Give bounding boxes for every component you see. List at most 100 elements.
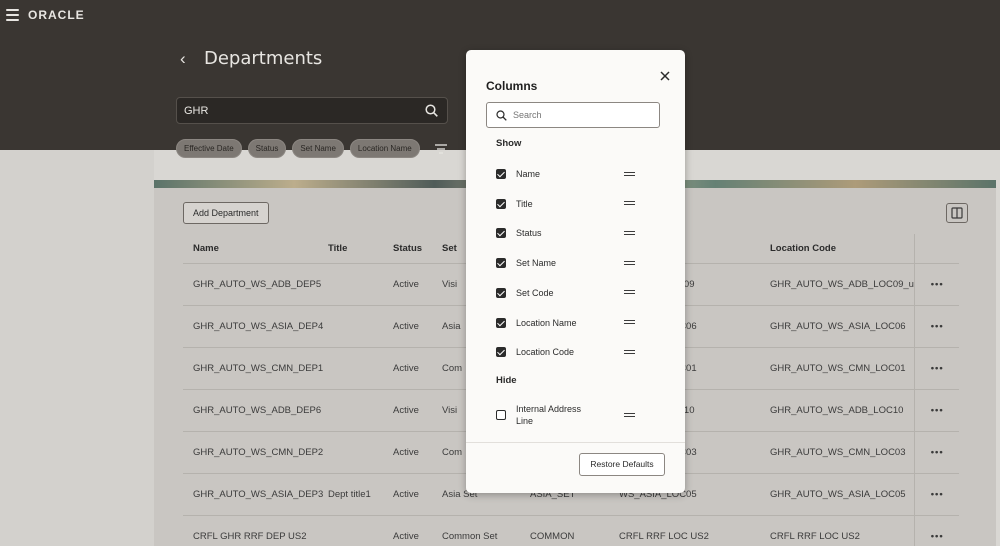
column-option-label: Set Name: [516, 258, 557, 269]
department-search-box[interactable]: [176, 97, 448, 124]
cell-status: Active: [393, 262, 442, 305]
search-icon: [496, 110, 507, 121]
cell-title: [328, 430, 393, 473]
split-panel-icon: [951, 207, 963, 219]
row-actions-button[interactable]: •••: [913, 472, 960, 515]
search-input[interactable]: [184, 102, 414, 120]
filter-icon[interactable]: [434, 143, 448, 155]
cell-title: [328, 304, 393, 347]
cell-status: Active: [393, 430, 442, 473]
cell-location-code: GHR_AUTO_WS_ADB_LOC09_u: [770, 262, 915, 305]
row-actions-button[interactable]: •••: [913, 514, 960, 546]
page-header: ‹ Departments: [180, 48, 322, 69]
checkbox-checked[interactable]: [496, 287, 506, 298]
column-option-label: Location Name: [516, 317, 577, 328]
oracle-logo: ORACLE: [28, 8, 85, 22]
dialog-title: Columns: [486, 79, 538, 93]
cell-location-name: CRFL RRF LOC US2: [619, 514, 770, 546]
dialog-divider: [466, 442, 685, 443]
header-actions: [913, 234, 960, 263]
filter-chips: Effective Date Status Set Name Location …: [176, 139, 448, 158]
drag-handle-icon[interactable]: [624, 349, 635, 355]
column-option-label: Set Code: [516, 287, 554, 298]
cell-status: Active: [393, 346, 442, 389]
row-actions-button[interactable]: •••: [913, 262, 960, 305]
table-row[interactable]: CRFL GHR RRF DEP US2 Active Common Set COMM…: [183, 514, 960, 546]
panel-toggle-button[interactable]: [946, 203, 968, 223]
background-panel: [0, 150, 154, 546]
cell-status: Active: [393, 388, 442, 431]
cell-title: Dept title1: [328, 472, 393, 515]
cell-status: Active: [393, 304, 442, 347]
cell-location-code: GHR_AUTO_WS_ADB_LOC10: [770, 388, 915, 431]
column-option-label: Title: [516, 198, 533, 209]
column-option[interactable]: Name: [496, 164, 646, 184]
row-actions-button[interactable]: •••: [913, 346, 960, 389]
column-option[interactable]: Set Name: [496, 253, 646, 273]
filter-chip-set-name[interactable]: Set Name: [292, 139, 344, 158]
header-location-code[interactable]: Location Code: [770, 234, 914, 263]
drag-handle-icon[interactable]: [624, 412, 635, 418]
cell-location-code: GHR_AUTO_WS_ASIA_LOC06: [770, 304, 915, 347]
cell-name: GHR_AUTO_WS_ADB_DEP5: [183, 262, 328, 305]
checkbox-checked[interactable]: [496, 198, 506, 209]
header-name[interactable]: Name: [183, 234, 328, 263]
checkbox-checked[interactable]: [496, 317, 506, 328]
cell-location-code: GHR_AUTO_WS_CMN_LOC03: [770, 430, 915, 473]
drag-handle-icon[interactable]: [624, 230, 635, 236]
checkbox-checked[interactable]: [496, 347, 506, 358]
filter-chip-location-name[interactable]: Location Name: [349, 139, 420, 158]
drag-handle-icon[interactable]: [624, 320, 635, 325]
hamburger-menu-icon[interactable]: [6, 9, 19, 21]
cell-status: Active: [393, 472, 442, 515]
back-chevron-icon[interactable]: ‹: [180, 49, 194, 69]
header-status[interactable]: Status: [393, 234, 442, 263]
checkbox-unchecked[interactable]: [496, 410, 506, 420]
checkbox-checked[interactable]: [496, 228, 506, 239]
cell-name: CRFL GHR RRF DEP US2: [183, 514, 328, 546]
cell-set: Common Set: [442, 514, 530, 546]
column-search-field[interactable]: [486, 102, 660, 128]
cell-name: GHR_AUTO_WS_CMN_DEP2: [183, 430, 328, 473]
filter-chip-status[interactable]: Status: [247, 139, 287, 158]
column-option[interactable]: Set Code: [496, 283, 646, 303]
row-actions-button[interactable]: •••: [913, 304, 960, 347]
cell-location-code: GHR_AUTO_WS_ASIA_LOC05: [770, 472, 915, 515]
search-icon[interactable]: [425, 104, 438, 117]
drag-handle-icon[interactable]: [624, 201, 635, 206]
row-actions-button[interactable]: •••: [913, 388, 960, 431]
cell-name: GHR_AUTO_WS_ASIA_DEP4: [183, 304, 328, 347]
column-option[interactable]: Internal Address Line: [496, 404, 646, 426]
column-option[interactable]: Status: [496, 223, 646, 243]
filter-chip-effective-date[interactable]: Effective Date: [176, 139, 242, 158]
drag-handle-icon[interactable]: [624, 260, 635, 266]
column-option-label: Internal Address Line: [516, 404, 582, 426]
restore-defaults-button[interactable]: Restore Defaults: [579, 453, 665, 476]
cell-location-code: GHR_AUTO_WS_CMN_LOC01: [770, 346, 915, 389]
page-title: Departments: [204, 48, 323, 69]
column-option[interactable]: Location Code: [496, 342, 646, 362]
columns-dialog: Columns Show Name Title Status Set Name Set …: [466, 50, 685, 493]
row-actions-button[interactable]: •••: [913, 430, 960, 473]
drag-handle-icon[interactable]: [624, 290, 635, 295]
cell-title: [328, 262, 393, 305]
cell-name: GHR_AUTO_WS_ADB_DEP6: [183, 388, 328, 431]
checkbox-checked[interactable]: [496, 258, 506, 269]
column-option-label: Name: [516, 169, 541, 179]
column-option[interactable]: Location Name: [496, 313, 646, 333]
column-option[interactable]: Title: [496, 194, 646, 214]
cell-set-code: COMMON: [530, 514, 619, 546]
checkbox-checked[interactable]: [496, 169, 506, 179]
column-search-input[interactable]: [513, 108, 653, 122]
hide-section-label: Hide: [496, 375, 517, 386]
cell-name: GHR_AUTO_WS_ASIA_DEP3: [183, 472, 328, 515]
add-department-button[interactable]: Add Department: [183, 202, 269, 224]
close-icon[interactable]: [659, 70, 671, 82]
column-option-label: Status: [516, 228, 542, 239]
drag-handle-icon[interactable]: [624, 171, 635, 177]
cell-title: [328, 346, 393, 389]
column-option-label: Location Code: [516, 347, 575, 358]
header-title[interactable]: Title: [328, 234, 393, 263]
cell-title: [328, 388, 393, 431]
cell-status: Active: [393, 514, 442, 546]
